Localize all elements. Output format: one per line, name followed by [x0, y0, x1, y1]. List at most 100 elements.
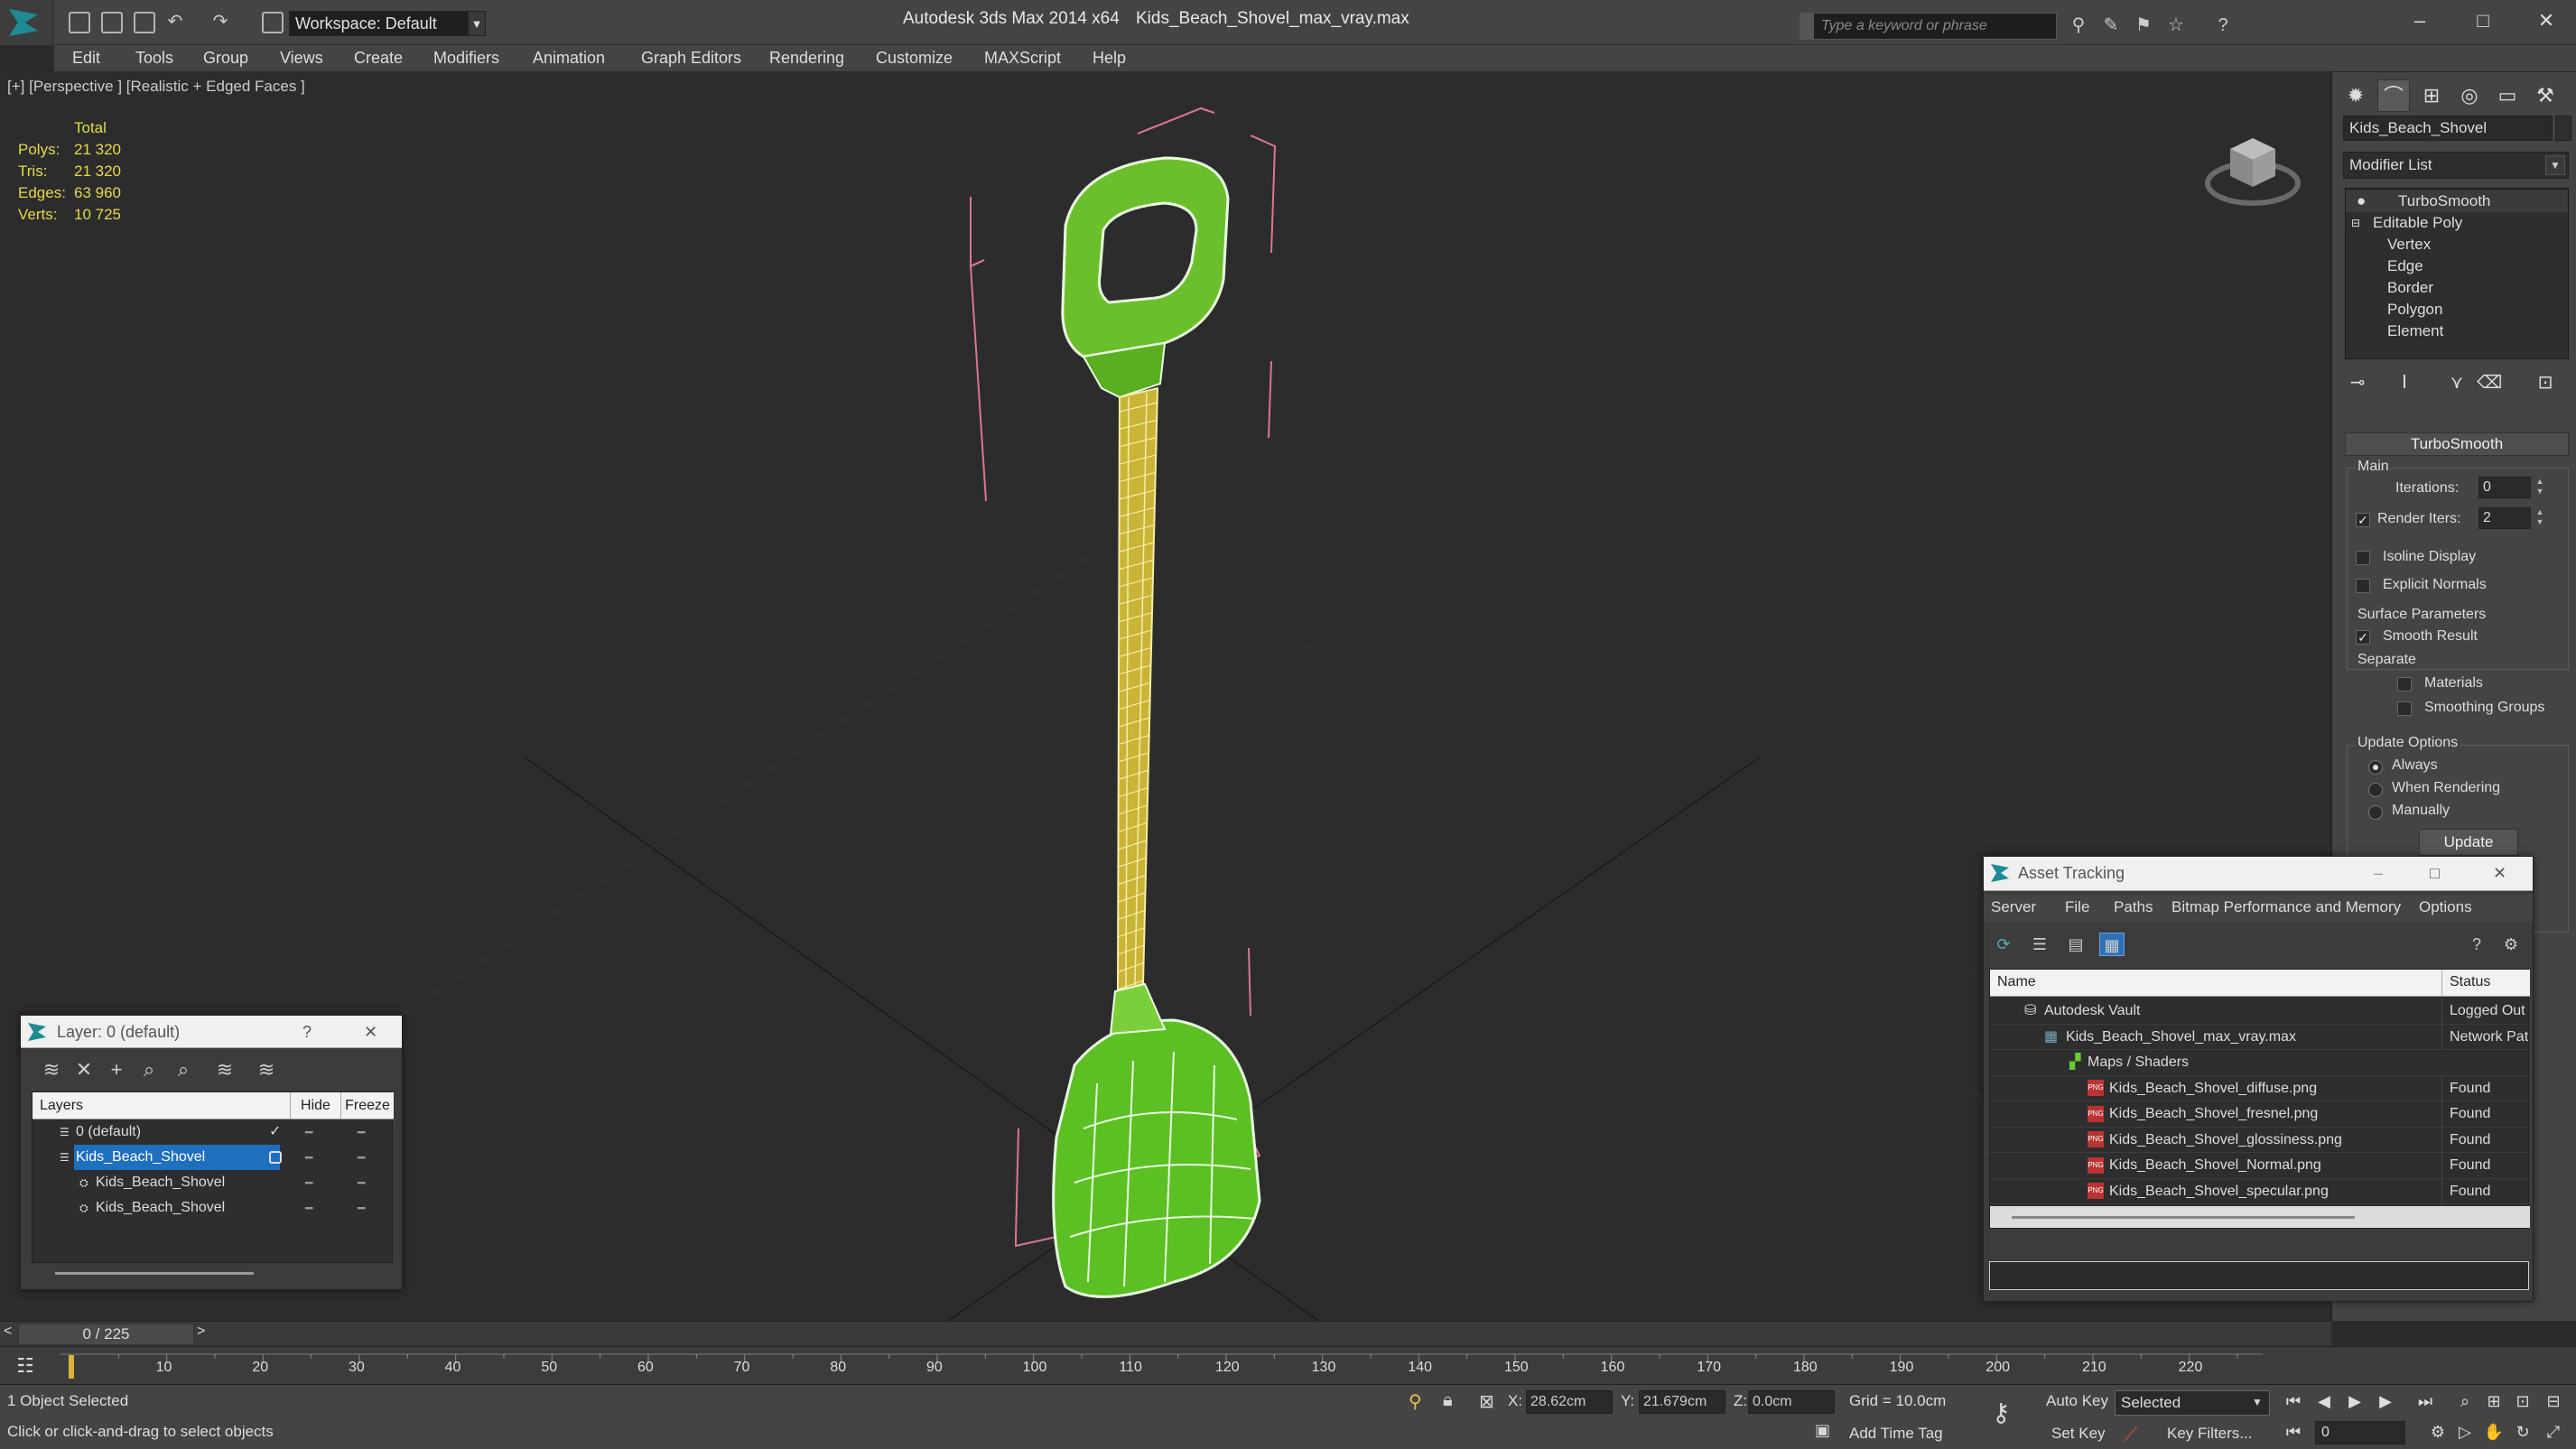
update-button[interactable]: Update [2419, 829, 2518, 856]
turbosmooth-rollout-header[interactable]: TurboSmooth [2345, 432, 2569, 456]
undo-icon[interactable]: ↶ [164, 11, 186, 33]
zoom-extents-icon[interactable]: ⊡ [2510, 1389, 2535, 1414]
display-tab-icon[interactable]: ▭ [2491, 79, 2524, 112]
next-frame-icon[interactable]: > [197, 1324, 205, 1340]
x-coordinate-field[interactable]: 28.62cm [1526, 1390, 1613, 1414]
freeze-all-icon[interactable]: ≋ [254, 1057, 279, 1082]
absolute-mode-icon[interactable]: ⊠ [1479, 1390, 1494, 1413]
menu-group[interactable]: Group [203, 49, 248, 68]
object-name-field[interactable]: Kids_Beach_Shovel [2343, 116, 2553, 141]
key-mode-icon[interactable]: ⏮ [2281, 1419, 2306, 1444]
asset-horizontal-scrollbar[interactable] [1990, 1206, 2530, 1228]
asset-path-field[interactable] [1989, 1261, 2529, 1290]
project-folder-icon[interactable] [262, 12, 284, 33]
communication-icon[interactable]: ⚑ [2133, 14, 2154, 36]
stack-item-turbosmooth[interactable]: ● TurboSmooth [2346, 190, 2568, 212]
binoculars-icon[interactable]: ⚲ [2068, 14, 2089, 36]
isoline-display-checkbox[interactable] [2356, 551, 2370, 565]
isolate-selection-icon[interactable]: ⚲ [1409, 1390, 1422, 1413]
render-iters-spinner[interactable]: 2 [2478, 507, 2531, 529]
layer-dialog-titlebar[interactable]: Layer: 0 (default) ? ✕ [21, 1016, 402, 1048]
modify-tab-icon[interactable]: ⌒ [2377, 79, 2410, 112]
menu-modifiers[interactable]: Modifiers [433, 49, 499, 68]
set-active-layer-icon[interactable] [269, 1151, 282, 1164]
chevron-down-icon[interactable]: ▼ [2545, 155, 2565, 175]
y-coordinate-field[interactable]: 21.679cm [1639, 1390, 1725, 1414]
stack-item-vertex[interactable]: Vertex [2346, 234, 2568, 255]
asset-row[interactable]: PNG Kids_Beach_Shovel_fresnel.png Found [1990, 1101, 2530, 1128]
time-config-icon[interactable]: ⚙ [2425, 1419, 2450, 1444]
minimize-icon[interactable]: – [2374, 857, 2383, 889]
open-file-icon[interactable] [101, 12, 123, 33]
hide-all-icon[interactable]: ≋ [212, 1057, 237, 1082]
bulb-icon[interactable]: ● [2357, 190, 2366, 212]
zoom-extents-all-icon[interactable]: ⊟ [2541, 1389, 2566, 1414]
refresh-icon[interactable]: ⟳ [1991, 933, 2016, 956]
add-to-layer-icon[interactable]: + [104, 1057, 129, 1082]
make-unique-icon[interactable]: ⋎ [2444, 370, 2469, 395]
hide-toggle[interactable]: ━ [305, 1170, 312, 1195]
save-file-icon[interactable] [134, 12, 155, 33]
menu-customize[interactable]: Customize [876, 49, 953, 68]
spinner-arrows-icon[interactable]: ▲ ▼ [2533, 507, 2547, 529]
update-always-radio[interactable] [2368, 760, 2383, 775]
column-name[interactable]: Name [1997, 974, 2036, 990]
list-view-icon[interactable]: ☰ [2027, 933, 2052, 956]
help-icon[interactable]: ? [302, 1016, 312, 1048]
search-expand-icon[interactable] [1799, 13, 1814, 40]
asset-row[interactable]: ▞ Maps / Shaders [1990, 1050, 2530, 1076]
smoothing-groups-checkbox[interactable] [2397, 701, 2412, 716]
column-hide[interactable]: Hide [290, 1092, 340, 1119]
pan-icon[interactable]: ✋ [2481, 1419, 2506, 1444]
menu-maxscript[interactable]: MAXScript [984, 49, 1061, 68]
asset-menu-server[interactable]: Server [1991, 898, 2036, 916]
create-layer-icon[interactable]: ≋ [39, 1057, 64, 1082]
stack-item-editable-poly[interactable]: ⊟ Editable Poly [2346, 212, 2568, 234]
go-to-start-icon[interactable]: ⏮ [2281, 1389, 2306, 1414]
update-when-rendering-radio[interactable] [2368, 783, 2383, 797]
active-layer-check-icon[interactable]: ✓ [269, 1119, 281, 1145]
play-icon[interactable]: ▶ [2342, 1389, 2367, 1414]
freeze-toggle[interactable]: ━ [358, 1195, 365, 1221]
asset-row[interactable]: PNG Kids_Beach_Shovel_specular.png Found [1990, 1178, 2530, 1204]
zoom-all-icon[interactable]: ⊞ [2481, 1389, 2506, 1414]
render-iters-checkbox[interactable]: ✓ [2356, 513, 2370, 527]
configure-sets-icon[interactable]: ⊡ [2533, 370, 2558, 395]
utilities-tab-icon[interactable]: ⚒ [2529, 79, 2562, 112]
layer-horizontal-scrollbar[interactable] [32, 1267, 393, 1279]
update-manually-radio[interactable] [2368, 805, 2383, 820]
auto-key-button[interactable]: Auto Key [2046, 1392, 2108, 1410]
hierarchy-tab-icon[interactable]: ⊞ [2415, 79, 2448, 112]
freeze-toggle[interactable]: ━ [358, 1170, 365, 1195]
asset-dialog-titlebar[interactable]: Asset Tracking – □ ✕ [1984, 857, 2533, 891]
key-icon[interactable]: ⚷ [1992, 1398, 2011, 1427]
key-filters-button[interactable]: Key Filters... [2167, 1425, 2252, 1443]
column-status[interactable]: Status [2441, 970, 2497, 997]
chevron-down-icon[interactable]: ▼ [2252, 1396, 2263, 1408]
maximize-button[interactable]: □ [2458, 5, 2508, 36]
viewport-label-menu[interactable]: [+] [Perspective ] [Realistic + Edged Fa… [7, 78, 305, 96]
menu-tools[interactable]: Tools [135, 49, 173, 68]
maximize-viewport-icon[interactable]: ⤢ [2541, 1419, 2566, 1444]
go-to-end-icon[interactable]: ⏭ [2413, 1389, 2438, 1414]
next-frame-icon[interactable]: ▶ [2373, 1389, 2398, 1414]
time-tag-icon[interactable]: ▣ [1815, 1421, 1830, 1440]
previous-frame-icon[interactable]: ◀ [2311, 1389, 2337, 1414]
menu-help[interactable]: Help [1093, 49, 1126, 68]
asset-row[interactable]: PNG Kids_Beach_Shovel_glossiness.png Found [1990, 1127, 2530, 1153]
asset-row[interactable]: PNG Kids_Beach_Shovel_diffuse.png Found [1990, 1075, 2530, 1101]
menu-rendering[interactable]: Rendering [769, 49, 844, 68]
menu-edit[interactable]: Edit [72, 49, 100, 68]
hide-toggle[interactable]: ━ [305, 1119, 312, 1145]
workspace-selector[interactable]: Workspace: Default [289, 11, 486, 36]
zoom-icon[interactable]: ⌕ [2452, 1389, 2478, 1414]
object-color-swatch[interactable] [2555, 116, 2571, 141]
set-key-icon[interactable]: ⟋ [2124, 1423, 2137, 1446]
stack-item-element[interactable]: Element [2346, 320, 2568, 342]
redo-icon[interactable]: ↷ [209, 11, 231, 33]
materials-checkbox[interactable] [2397, 677, 2412, 692]
new-scene-icon[interactable] [69, 12, 90, 33]
expand-minus-icon[interactable]: ⊟ [2351, 212, 2360, 234]
create-tab-icon[interactable]: ✹ [2339, 79, 2372, 112]
pin-stack-icon[interactable]: ⊸ [2345, 370, 2370, 395]
